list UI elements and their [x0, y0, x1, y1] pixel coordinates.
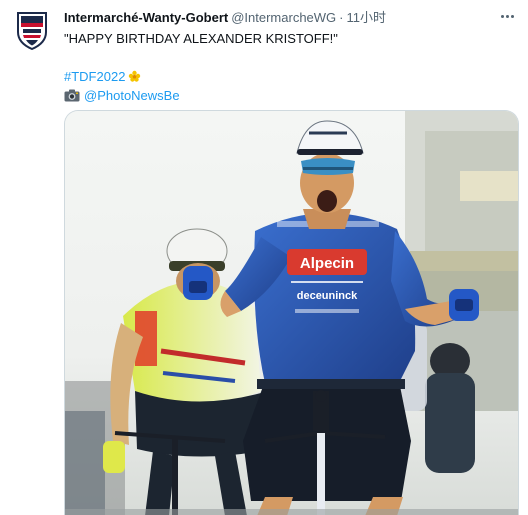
tweet[interactable]: Intermarché-Wanty-Gobert @IntermarcheWG · 1…	[0, 0, 528, 515]
hashtag-line: #TDF2022	[64, 67, 338, 86]
cyclist-sprint-photo: Alpecin deceuninck	[65, 111, 518, 515]
photo-credit-link[interactable]: @PhotoNewsBe	[84, 88, 180, 103]
tweet-header: Intermarché-Wanty-Gobert @IntermarcheWG · 1…	[64, 9, 488, 27]
tweet-text-line: "HAPPY BIRTHDAY ALEXANDER KRISTOFF!"	[64, 31, 338, 46]
jersey-sponsor-main: Alpecin	[300, 255, 354, 272]
camera-emoji	[64, 89, 80, 102]
more-options-icon[interactable]	[496, 6, 518, 26]
hashtag-link[interactable]: #TDF2022	[64, 69, 125, 84]
tweet-timestamp[interactable]: 11小时	[347, 10, 387, 25]
tweet-text: "HAPPY BIRTHDAY ALEXANDER KRISTOFF!" #TD…	[64, 29, 338, 105]
author-handle[interactable]: @IntermarcheWG	[231, 10, 336, 25]
jersey-sponsor-secondary: deceuninck	[297, 290, 358, 302]
photo-credit-line: @PhotoNewsBe	[64, 86, 338, 105]
author-name[interactable]: Intermarché-Wanty-Gobert	[64, 10, 228, 25]
yellow-flower-emoji	[129, 70, 141, 82]
author-avatar[interactable]	[14, 10, 50, 50]
team-shield-logo	[17, 12, 47, 50]
separator-dot: ·	[339, 10, 344, 25]
tweet-photo[interactable]: Alpecin deceuninck	[64, 110, 519, 515]
